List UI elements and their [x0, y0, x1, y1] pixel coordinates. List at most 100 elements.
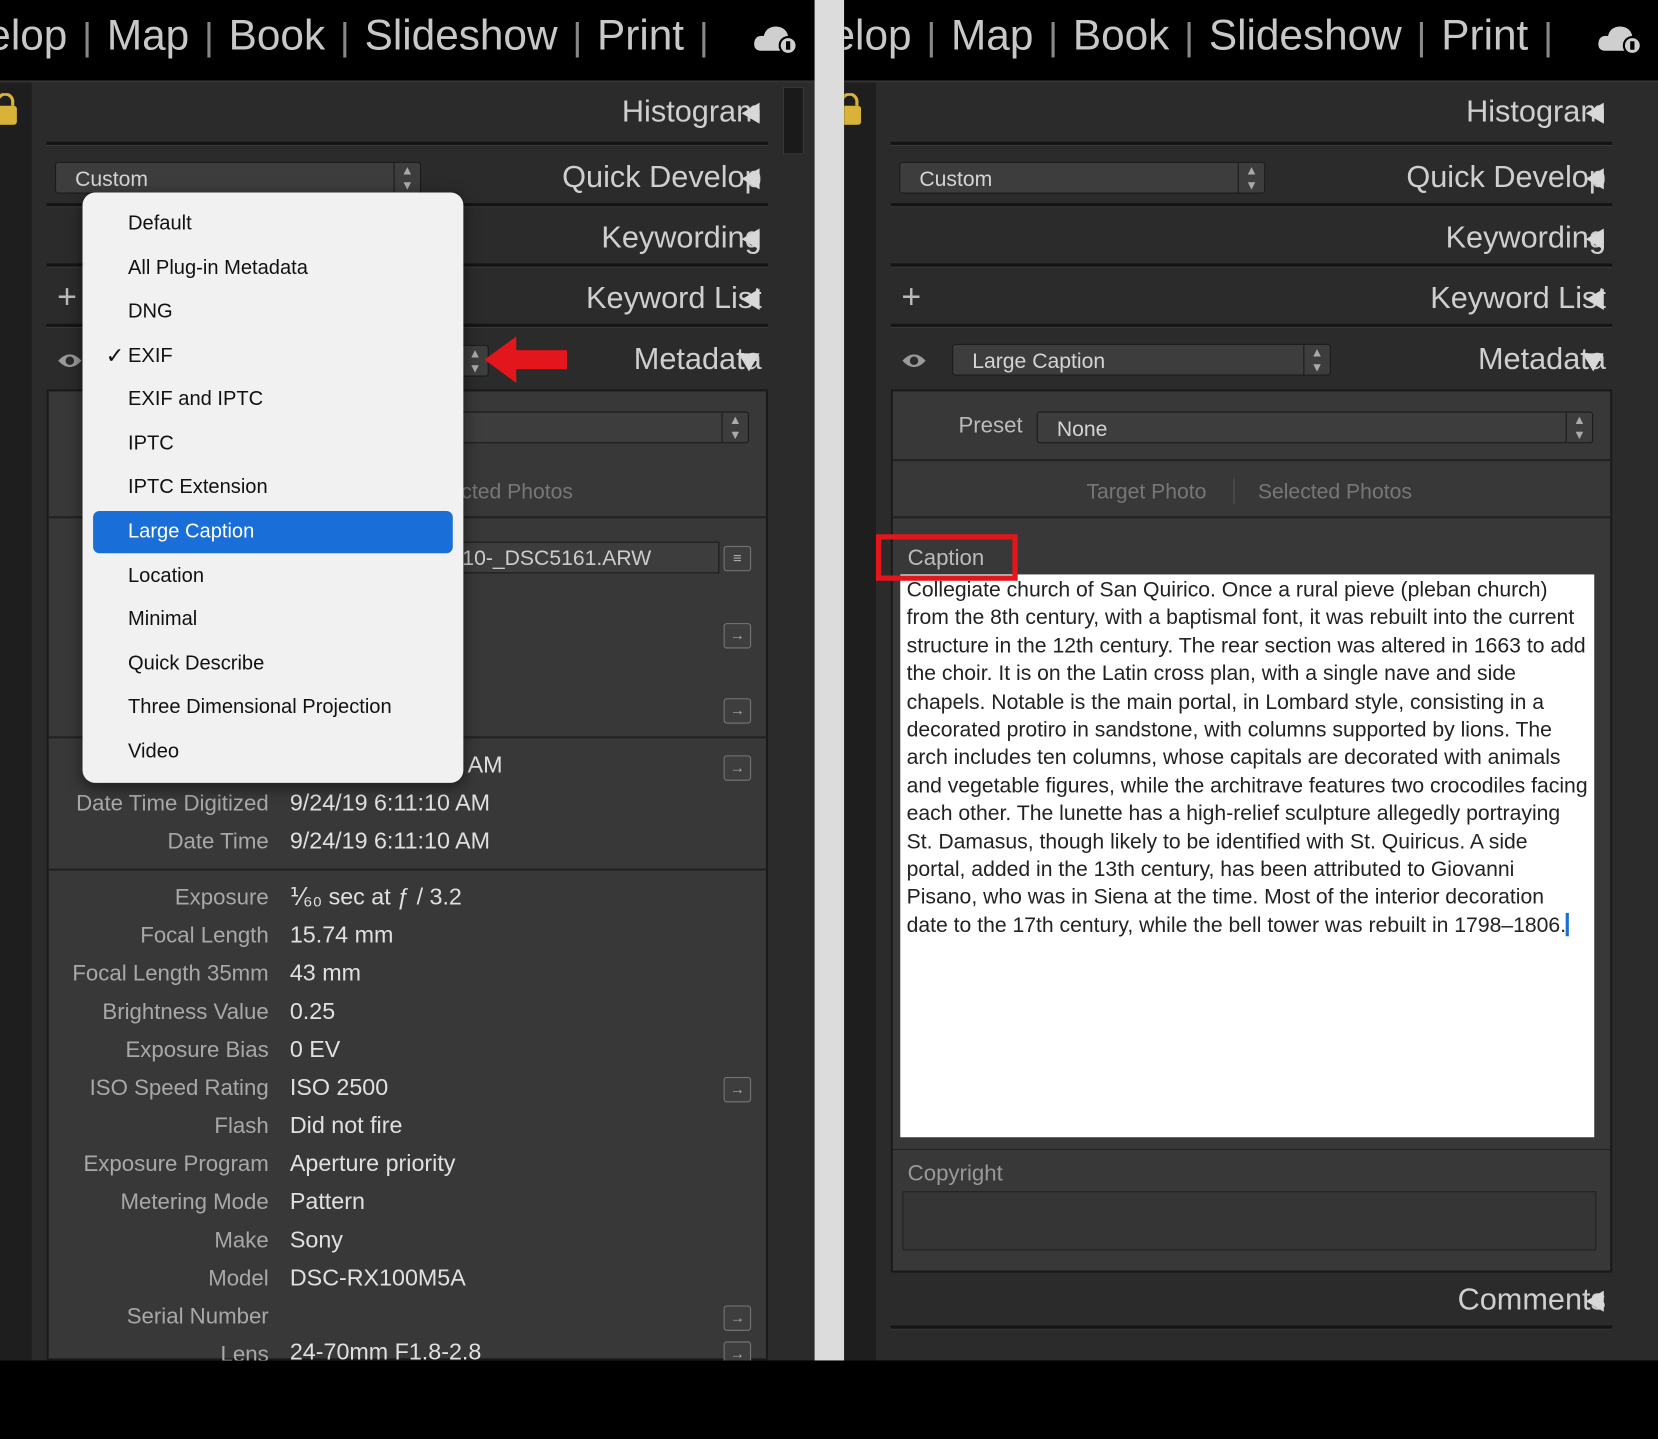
menu-item-three-dimensional-projection[interactable]: Three Dimensional Projection — [93, 687, 453, 729]
menu-item-dng[interactable]: DNG — [93, 291, 453, 333]
divider — [892, 459, 1611, 462]
exif-label-make: Make — [214, 1228, 269, 1253]
collapse-triangle-icon[interactable] — [741, 168, 760, 190]
module-slideshow[interactable]: Slideshow — [1209, 13, 1402, 60]
module-book[interactable]: Book — [1073, 13, 1169, 60]
divider — [892, 1148, 1611, 1150]
separator: | — [82, 14, 93, 59]
module-print[interactable]: Print — [1441, 13, 1528, 60]
collapse-triangle-icon[interactable] — [1585, 228, 1604, 250]
plus-icon[interactable]: + — [57, 277, 77, 316]
menu-item-large-caption[interactable]: Large Caption — [93, 510, 453, 554]
module-develop[interactable]: elop — [844, 13, 911, 60]
list-icon[interactable]: ≡ — [723, 545, 752, 572]
collapse-triangle-icon[interactable] — [1585, 288, 1604, 310]
exif-label-focal-length-35mm: Focal Length 35mm — [72, 961, 269, 986]
keyword-list-header[interactable]: Keyword List — [1430, 281, 1606, 316]
keyword-list-header[interactable]: Keyword List — [586, 281, 762, 316]
exif-value-metering-mode: Pattern — [289, 1188, 365, 1215]
exif-label-focal-length: Focal Length — [140, 923, 269, 948]
exif-value-brightness: 0.25 — [289, 997, 336, 1025]
cloud-sync-icon[interactable] — [753, 23, 798, 56]
menu-item-quick-describe[interactable]: Quick Describe — [93, 643, 453, 685]
lock-icon[interactable] — [0, 93, 17, 125]
filename-field[interactable]: 10-_DSC5161.ARW — [454, 541, 720, 574]
exif-value-model: DSC-RX100M5A — [289, 1264, 466, 1291]
collapse-triangle-icon[interactable] — [1585, 1290, 1604, 1312]
menu-item-location[interactable]: Location — [93, 555, 453, 597]
checkmark-icon: ✓ — [105, 343, 125, 369]
menu-item-default[interactable]: Default — [93, 203, 453, 245]
collapse-triangle-icon[interactable] — [1585, 102, 1604, 124]
keywording-header[interactable]: Keywording — [1446, 221, 1606, 256]
module-picker: elop | Map | Book | Slideshow | Print | — [0, 13, 724, 61]
collapse-triangle-icon[interactable] — [741, 288, 760, 310]
exif-label-exposure-program: Exposure Program — [83, 1152, 269, 1177]
separator: | — [1184, 14, 1195, 59]
go-arrow-icon[interactable]: → — [723, 698, 752, 724]
quick-develop-preset-select[interactable]: Custom ▲ ▼ — [55, 161, 422, 194]
divider — [892, 516, 1611, 519]
keywording-header[interactable]: Keywording — [601, 221, 761, 256]
quick-develop-preset-select[interactable]: Custom ▲ ▼ — [899, 161, 1266, 194]
go-arrow-icon[interactable]: → — [723, 1341, 752, 1361]
menu-item-iptc[interactable]: IPTC — [93, 423, 453, 465]
tab-selected-photos[interactable]: cted Photos — [461, 480, 573, 504]
caption-highlight-box — [875, 534, 1018, 581]
copyright-field[interactable] — [902, 1191, 1597, 1251]
collapse-triangle-icon[interactable] — [1585, 168, 1604, 190]
separator: | — [203, 14, 214, 59]
exif-value-lens: 24-70mm F1.8-2.8 — [289, 1338, 482, 1361]
metadata-view-select[interactable]: Large Caption ▲ ▼ — [952, 343, 1331, 376]
go-arrow-icon[interactable]: → — [723, 1076, 752, 1103]
expand-triangle-icon[interactable] — [1582, 353, 1604, 372]
exif-value-date-time: 9/24/19 6:11:10 AM — [289, 827, 491, 854]
separator: | — [1416, 14, 1427, 59]
menu-item-minimal[interactable]: Minimal — [93, 599, 453, 641]
caption-textarea[interactable]: Collegiate church of San Quirico. Once a… — [900, 574, 1595, 1138]
collapse-triangle-icon[interactable] — [741, 102, 760, 124]
module-slideshow[interactable]: Slideshow — [365, 13, 558, 60]
metadata-preset-select[interactable]: ▲ ▼ — [454, 411, 749, 444]
screenshot-stage: elop|Map|Book|Slideshow|Print| Histogram… — [0, 0, 1658, 1439]
plus-icon[interactable]: + — [901, 277, 921, 316]
module-map[interactable]: Map — [951, 13, 1033, 60]
stepper-icon: ▲ ▼ — [721, 412, 747, 443]
tab-target-photo[interactable]: Target Photo — [1086, 480, 1206, 504]
menu-item-all-plugin-metadata[interactable]: All Plug-in Metadata — [93, 248, 453, 290]
separator: | — [1048, 14, 1059, 59]
stepper-icon: ▲ ▼ — [1565, 412, 1592, 443]
scrollbar[interactable] — [782, 86, 805, 155]
stepper-icon: ▲ ▼ — [1237, 162, 1264, 193]
module-bar: elop | Map | Book | Slideshow | Print | — [0, 0, 815, 83]
quick-develop-header[interactable]: Quick Develop — [562, 161, 762, 196]
module-book[interactable]: Book — [229, 13, 325, 60]
menu-item-exif-and-iptc[interactable]: EXIF and IPTC — [93, 379, 453, 421]
image-divider — [814, 0, 845, 1361]
expand-triangle-icon[interactable] — [738, 353, 760, 372]
tab-selected-photos[interactable]: Selected Photos — [1258, 480, 1412, 504]
module-print[interactable]: Print — [597, 13, 684, 60]
eye-icon[interactable] — [901, 352, 926, 369]
module-develop[interactable]: elop — [0, 13, 67, 60]
red-arrow-icon — [484, 336, 568, 383]
metadata-preset-select[interactable]: None ▲ ▼ — [1036, 411, 1594, 444]
menu-item-video[interactable]: Video — [93, 731, 453, 773]
cloud-sync-icon[interactable] — [1597, 23, 1642, 56]
module-bar: elop | Map | Book | Slideshow | Print | — [844, 0, 1658, 83]
module-map[interactable]: Map — [107, 13, 189, 60]
menu-item-exif[interactable]: ✓ EXIF — [93, 335, 453, 377]
lock-icon[interactable] — [844, 93, 862, 125]
exif-label-exposure-bias: Exposure Bias — [125, 1037, 269, 1063]
go-arrow-icon[interactable]: → — [723, 1305, 752, 1331]
quick-develop-header[interactable]: Quick Develop — [1406, 161, 1606, 196]
go-arrow-icon[interactable]: → — [723, 755, 752, 781]
exif-label-date-time: Date Time — [167, 829, 269, 854]
collapse-triangle-icon[interactable] — [741, 228, 760, 250]
eye-icon[interactable] — [57, 352, 82, 369]
separator: | — [572, 14, 583, 59]
menu-item-iptc-extension[interactable]: IPTC Extension — [93, 467, 453, 509]
go-arrow-icon[interactable]: → — [723, 623, 752, 649]
copyright-label: Copyright — [907, 1161, 1003, 1186]
comments-header[interactable]: Comments — [1458, 1283, 1606, 1318]
